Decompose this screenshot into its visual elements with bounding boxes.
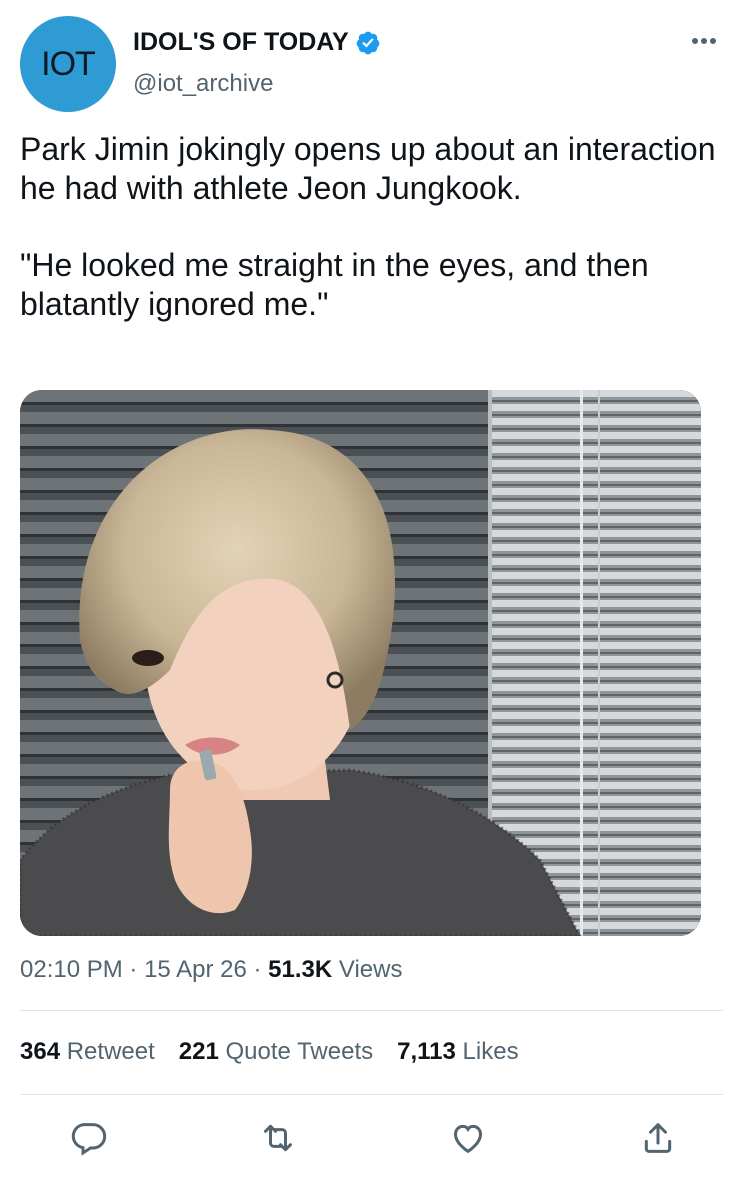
photo-illustration [20,390,701,936]
quotes-label: Quote Tweets [225,1038,374,1065]
retweets-stat[interactable]: 364 Retweet [20,1038,155,1066]
author-name-row: IDOL'S OF TODAY [133,28,381,57]
share-icon[interactable] [638,1118,678,1158]
like-icon[interactable] [448,1118,488,1158]
tweet-text-paragraph-1: Park Jimin jokingly opens up about an in… [20,131,716,206]
meta-separator: · [253,956,269,983]
retweet-icon[interactable] [258,1118,298,1158]
tweet-meta: 02:10 PM · 15 Apr 26 · 51.3K Views [20,956,402,984]
verified-badge-icon [356,31,380,54]
avatar[interactable]: IOT [20,16,116,112]
avatar-text: IOT [41,44,96,83]
retweets-label: Retweet [66,1038,155,1065]
retweets-count: 364 [20,1038,61,1065]
views-count: 51.3K [268,956,333,983]
tweet-stats: 364 Retweet 221 Quote Tweets 7,113 Likes [20,1038,519,1066]
more-dots-icon[interactable] [691,36,717,46]
tweet-text: Park Jimin jokingly opens up about an in… [20,130,735,324]
tweet-time[interactable]: 02:10 PM [20,956,123,983]
reply-icon[interactable] [68,1118,108,1158]
likes-label: Likes [462,1038,519,1065]
tweet-date[interactable]: 15 Apr 26 [144,956,247,983]
tweet-text-paragraph-2: "He looked me straight in the eyes, and … [20,247,649,322]
quotes-count: 221 [178,1038,219,1065]
likes-stat[interactable]: 7,113 Likes [397,1038,518,1066]
meta-separator: · [129,956,145,983]
views-label: Views [338,956,403,983]
quotes-stat[interactable]: 221 Quote Tweets [179,1038,373,1066]
divider [20,1094,723,1095]
author-display-name[interactable]: IDOL'S OF TODAY [133,28,349,57]
tweet-actions [20,1112,723,1162]
author-handle[interactable]: @iot_archive [133,70,273,98]
likes-count: 7,113 [397,1038,456,1065]
divider [20,1010,723,1011]
tweet-photo[interactable] [20,390,701,936]
